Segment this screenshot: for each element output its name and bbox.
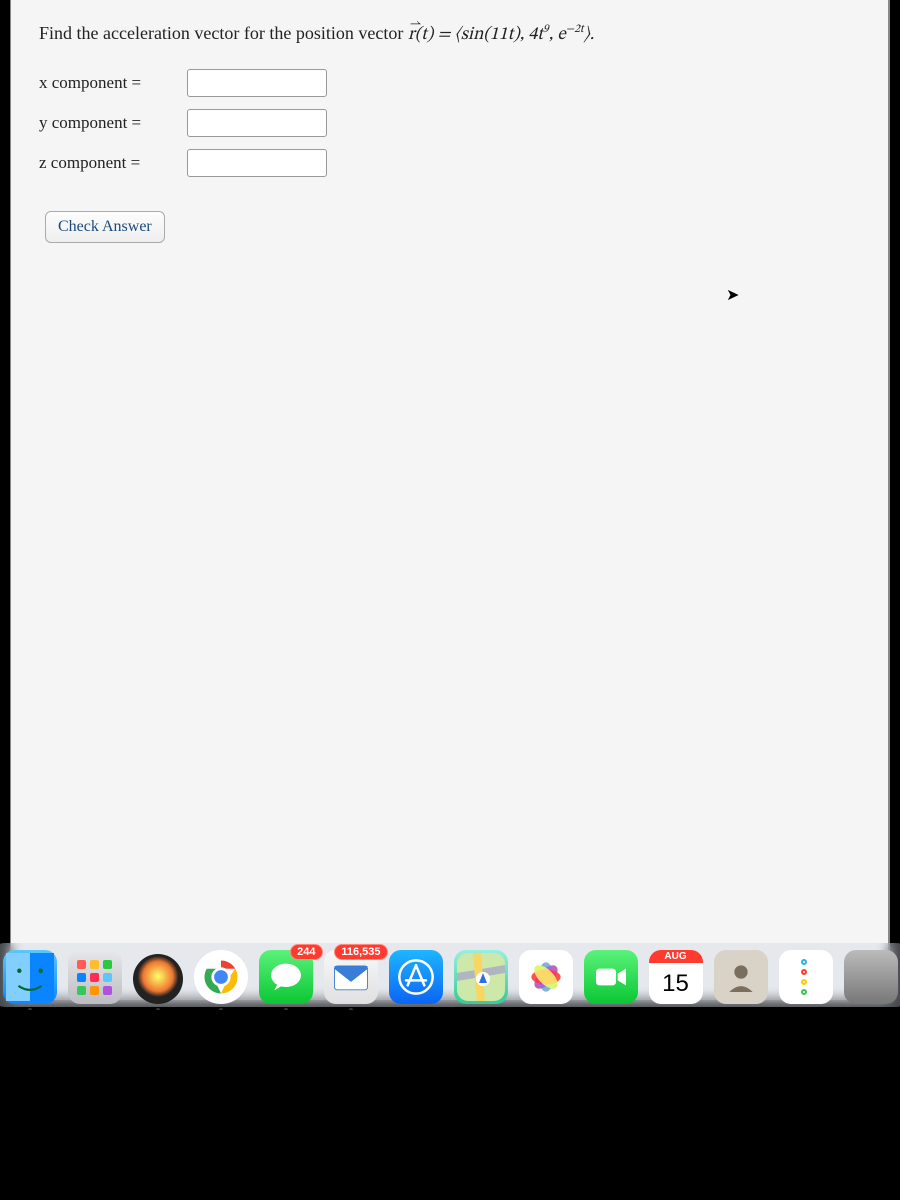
reminders-icon[interactable] [779, 950, 833, 1004]
dock: 244 116,535 [0, 943, 900, 1007]
y-row: y component = [39, 109, 860, 137]
math-expression: ⇀r(t) = ⟨sin(11t), 4t9, e−2t⟩. [408, 26, 594, 44]
z-row: z component = [39, 149, 860, 177]
dock-bar: 244 116,535 [0, 943, 900, 1007]
photos-icon[interactable] [519, 950, 573, 1004]
problem-prompt: Find the acceleration vector for the pos… [39, 22, 860, 47]
prompt-text: Find the acceleration vector for the pos… [39, 23, 408, 43]
z-component-input[interactable] [187, 149, 327, 177]
finder-icon[interactable] [3, 950, 57, 1004]
y-label: y component = [39, 113, 179, 133]
problem-area: Find the acceleration vector for the pos… [11, 0, 888, 263]
chrome-icon[interactable] [194, 950, 248, 1004]
calendar-day: 15 [662, 963, 689, 1004]
calendar-icon[interactable]: AUG 15 [649, 950, 703, 1004]
x-row: x component = [39, 69, 860, 97]
z-label: z component = [39, 153, 179, 173]
black-border [0, 1010, 900, 1200]
photobooth-icon[interactable] [133, 954, 183, 1004]
facetime-icon[interactable] [584, 950, 638, 1004]
check-answer-button[interactable]: Check Answer [45, 211, 165, 243]
mail-badge: 116,535 [334, 944, 387, 960]
maps-icon[interactable] [454, 950, 508, 1004]
launchpad-icon[interactable] [68, 950, 122, 1004]
app-content: Find the acceleration vector for the pos… [10, 0, 890, 1000]
calendar-month: AUG [649, 950, 703, 963]
mail-icon[interactable]: 116,535 [324, 950, 378, 1004]
messages-icon[interactable]: 244 [259, 950, 313, 1004]
mouse-cursor-icon: ➤ [726, 285, 739, 305]
appstore-icon[interactable] [389, 950, 443, 1004]
x-label: x component = [39, 73, 179, 93]
x-component-input[interactable] [187, 69, 327, 97]
y-component-input[interactable] [187, 109, 327, 137]
messages-badge: 244 [290, 944, 322, 960]
files-icon[interactable] [844, 950, 898, 1004]
contacts-icon[interactable] [714, 950, 768, 1004]
